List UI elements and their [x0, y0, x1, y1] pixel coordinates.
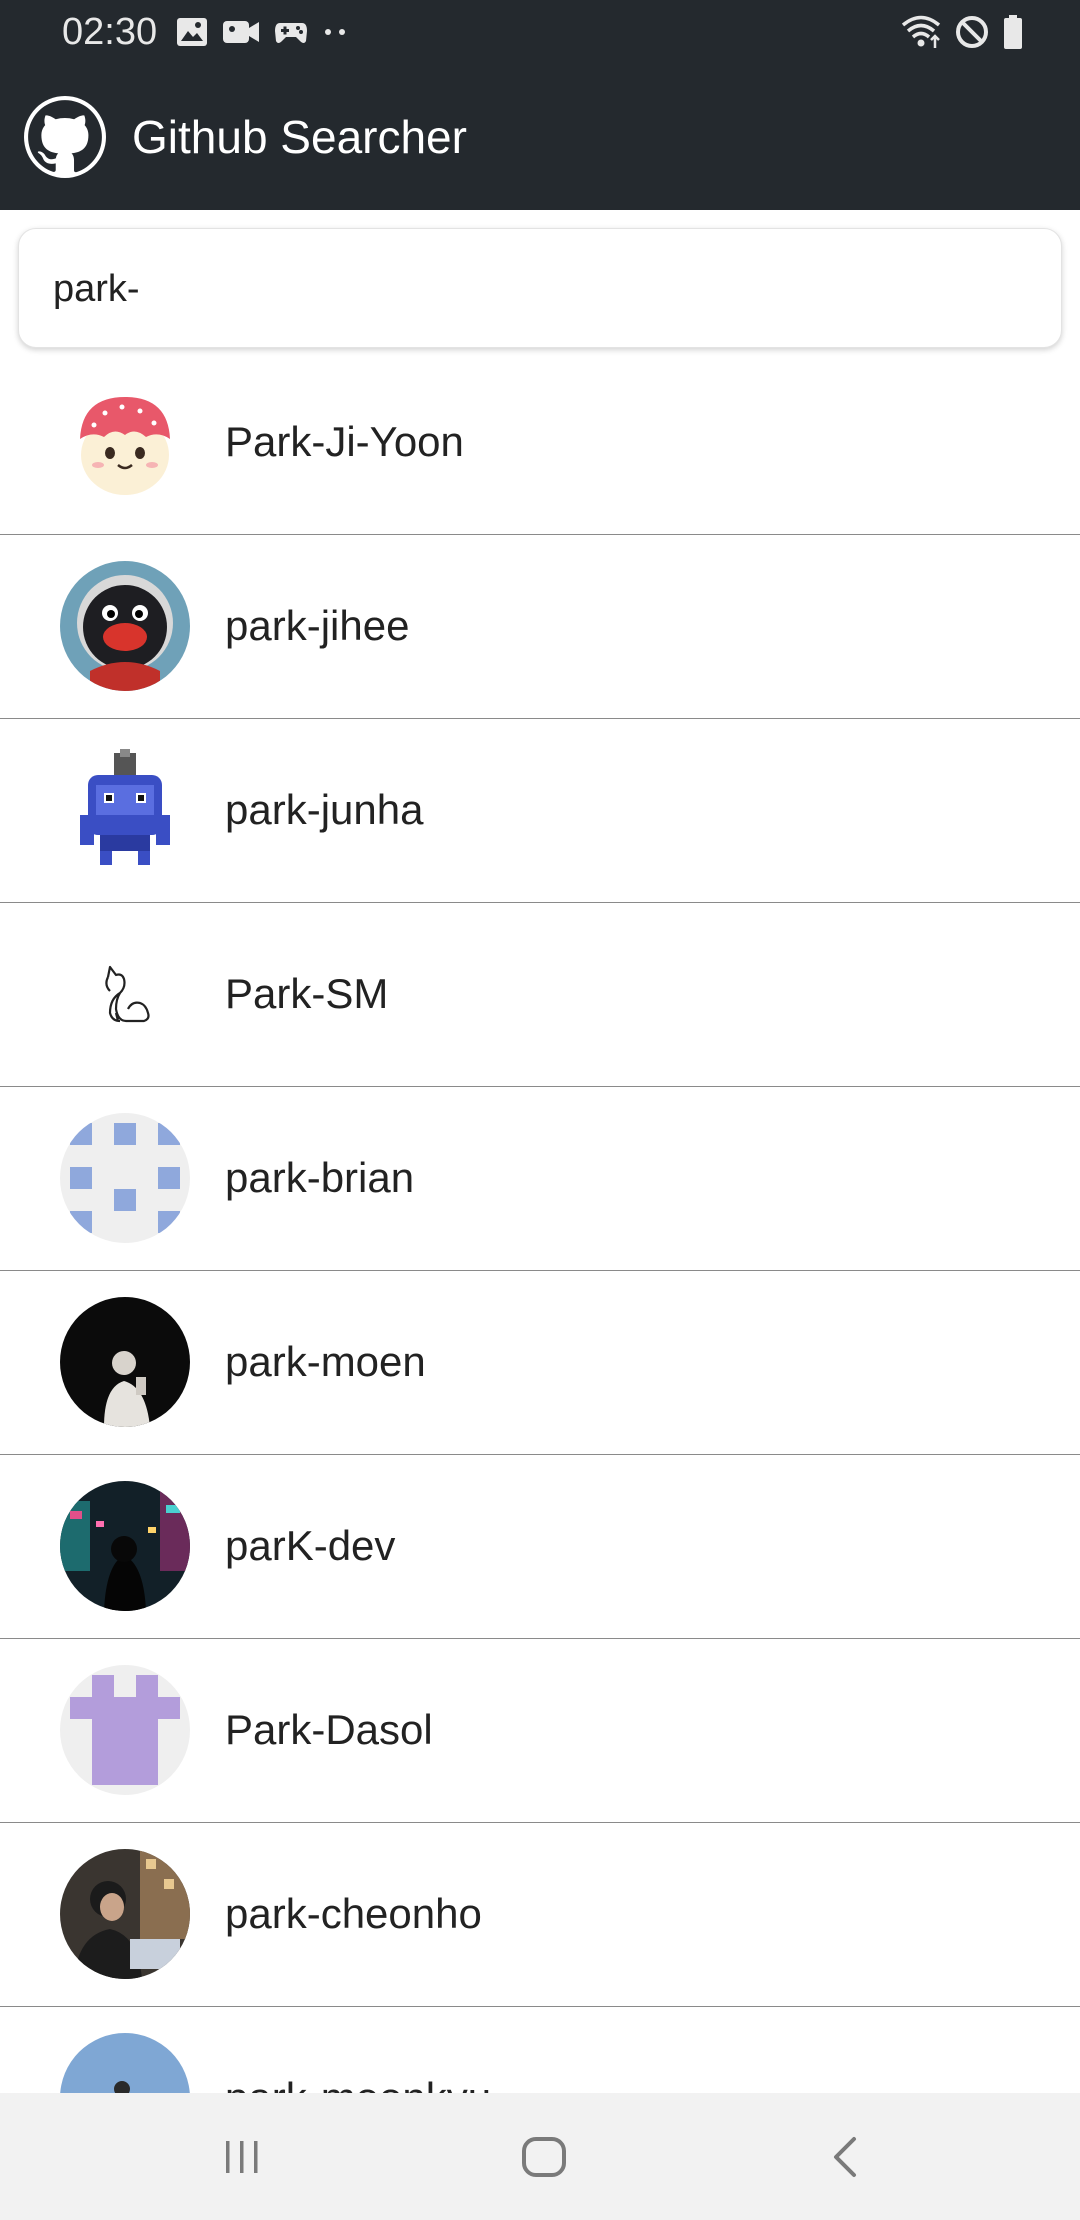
do-not-disturb-icon	[954, 14, 990, 50]
github-logo-icon	[24, 96, 106, 178]
user-login: park-moonkyu	[225, 2073, 491, 2093]
user-login: Park-Ji-Yoon	[225, 418, 464, 465]
user-list-item[interactable]: park-jihee	[0, 535, 1080, 719]
battery-icon	[1002, 14, 1024, 50]
app-bar: Github Searcher	[0, 64, 1080, 210]
user-list-item[interactable]: park-moonkyu	[0, 2007, 1080, 2093]
home-icon[interactable]	[514, 2129, 574, 2185]
search-input[interactable]	[53, 259, 1013, 319]
wifi-icon	[900, 14, 942, 50]
photo-person-laptop-avatar	[60, 1849, 190, 1979]
penguin-avatar	[60, 561, 190, 691]
user-login: parK-dev	[225, 1522, 396, 1569]
recent-apps-icon[interactable]	[212, 2129, 272, 2185]
status-bar: 02:30	[0, 0, 1080, 64]
user-list-item[interactable]: Park-SM	[0, 903, 1080, 1087]
user-login: park-brian	[225, 1154, 415, 1201]
github-searcher-screen: 02:30 Github Searcher park- Park-Ji-Yoon…	[0, 0, 1080, 2220]
cat-outline-avatar	[60, 929, 190, 1059]
user-login: park-moen	[225, 1338, 426, 1385]
pixel-creature-avatar	[60, 745, 190, 875]
user-list-item[interactable]: park-cheonho	[0, 1823, 1080, 2007]
gamepad-icon	[274, 17, 308, 47]
photo-person-dark-avatar	[60, 1297, 190, 1427]
user-list-item[interactable]: Park-Dasol	[0, 1639, 1080, 1823]
more-dots-icon	[322, 17, 348, 47]
status-icons-left	[176, 14, 348, 50]
back-icon[interactable]	[816, 2129, 876, 2185]
user-login: park-junha	[225, 786, 424, 833]
user-list-item[interactable]: park-junha	[0, 719, 1080, 903]
cartoon-face-avatar	[60, 377, 190, 507]
user-login: Park-SM	[225, 970, 389, 1017]
status-icons-right	[900, 12, 1024, 52]
app-title: Github Searcher	[132, 111, 467, 163]
status-time: 02:30	[62, 11, 158, 53]
photo-neon-street-avatar	[60, 1481, 190, 1611]
user-list-item[interactable]: parK-dev	[0, 1455, 1080, 1639]
search-box[interactable]	[18, 228, 1062, 348]
user-login: Park-Dasol	[225, 1706, 433, 1753]
identicon-purple-avatar	[60, 1665, 190, 1795]
image-icon	[176, 17, 208, 47]
video-camera-icon	[222, 17, 260, 47]
user-list-item[interactable]: park-moen	[0, 1271, 1080, 1455]
user-list-item[interactable]: Park-Ji-Yoon	[0, 351, 1080, 535]
user-login: park-jihee	[225, 602, 410, 649]
user-list[interactable]: Park-Ji-Yoon park-jihee park-junha Park-…	[0, 351, 1080, 2093]
identicon-blue-avatar	[60, 1113, 190, 1243]
system-nav-bar	[0, 2093, 1080, 2220]
user-login: park-cheonho	[225, 1890, 482, 1937]
photo-sky-avatar	[60, 2033, 190, 2093]
user-list-item[interactable]: park-brian	[0, 1087, 1080, 1271]
